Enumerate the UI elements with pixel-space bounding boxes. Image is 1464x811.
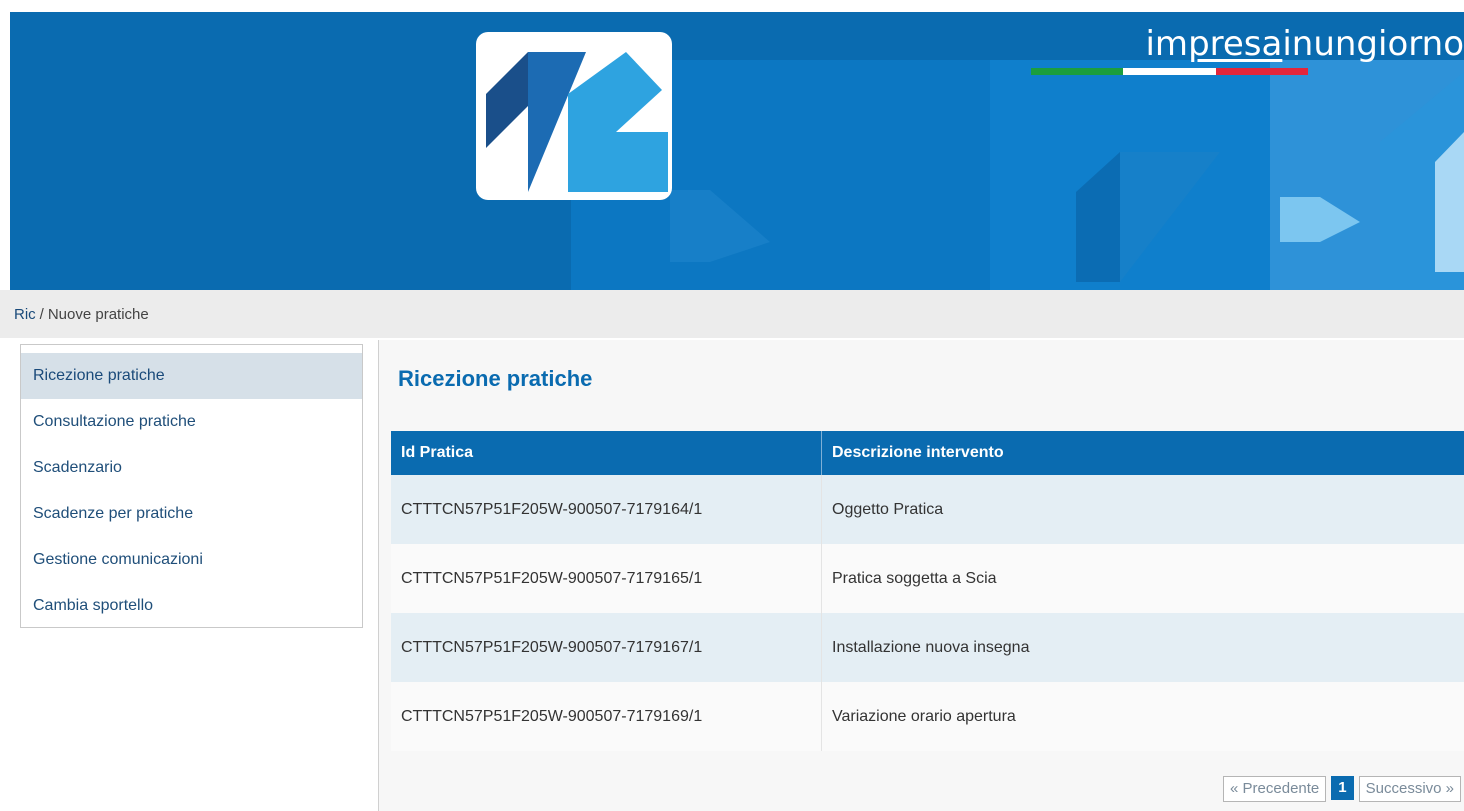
cell-descrizione: Installazione nuova insegna <box>821 613 1464 682</box>
column-header-id-pratica[interactable]: Id Pratica <box>391 431 822 475</box>
cell-descrizione: Oggetto Pratica <box>821 475 1464 544</box>
previous-page-button[interactable]: « Precedente <box>1223 776 1327 802</box>
logo-icon <box>486 52 668 192</box>
cell-id-pratica[interactable]: CTTTCN57P51F205W-900507-7179169/1 <box>391 682 822 751</box>
page-title: Ricezione pratiche <box>398 366 593 391</box>
breadcrumb-current: Nuove pratiche <box>47 305 149 323</box>
header-banner: impresainungiorno <box>10 12 1464 290</box>
cell-id-pratica[interactable]: CTTTCN57P51F205W-900507-7179165/1 <box>391 544 822 613</box>
sidebar-item-ricezione-pratiche[interactable]: Ricezione pratiche <box>21 353 362 399</box>
table-header-row: Id Pratica Descrizione intervento <box>391 431 1464 475</box>
italian-flag-bar <box>1031 68 1308 75</box>
pagination: « Precedente 1 Successivo » <box>1223 776 1461 802</box>
table-row[interactable]: CTTTCN57P51F205W-900507-7179164/1 Oggett… <box>391 475 1464 544</box>
column-header-descrizione[interactable]: Descrizione intervento <box>821 431 1464 475</box>
sidebar-item-consultazione-pratiche[interactable]: Consultazione pratiche <box>21 399 362 445</box>
main-content: Ricezione pratiche Id Pratica Descrizion… <box>378 340 1464 811</box>
cell-descrizione: Variazione orario apertura <box>821 682 1464 751</box>
breadcrumb: Ric / Nuove pratiche <box>0 290 1464 338</box>
brand-wordmark: impresainungiorno <box>1145 24 1464 64</box>
sidebar-menu: Ricezione pratiche Consultazione pratich… <box>20 344 363 628</box>
sidebar-item-scadenzario[interactable]: Scadenzario <box>21 445 362 491</box>
table-row[interactable]: CTTTCN57P51F205W-900507-7179167/1 Instal… <box>391 613 1464 682</box>
table-row[interactable]: CTTTCN57P51F205W-900507-7179169/1 Variaz… <box>391 682 1464 751</box>
cell-id-pratica[interactable]: CTTTCN57P51F205W-900507-7179167/1 <box>391 613 822 682</box>
current-page-indicator[interactable]: 1 <box>1331 776 1354 800</box>
pratiche-table: Id Pratica Descrizione intervento CTTTCN… <box>391 431 1464 751</box>
logo[interactable] <box>476 32 672 200</box>
next-page-button[interactable]: Successivo » <box>1358 776 1461 802</box>
cell-descrizione: Pratica soggetta a Scia <box>821 544 1464 613</box>
table-row[interactable]: CTTTCN57P51F205W-900507-7179165/1 Pratic… <box>391 544 1464 613</box>
sidebar-item-scadenze-per-pratiche[interactable]: Scadenze per pratiche <box>21 491 362 537</box>
sidebar-item-gestione-comunicazioni[interactable]: Gestione comunicazioni <box>21 537 362 583</box>
sidebar-item-cambia-sportello[interactable]: Cambia sportello <box>21 583 362 629</box>
breadcrumb-separator: / <box>39 305 44 323</box>
cell-id-pratica[interactable]: CTTTCN57P51F205W-900507-7179164/1 <box>391 475 822 544</box>
breadcrumb-root-link[interactable]: Ric <box>14 306 36 323</box>
